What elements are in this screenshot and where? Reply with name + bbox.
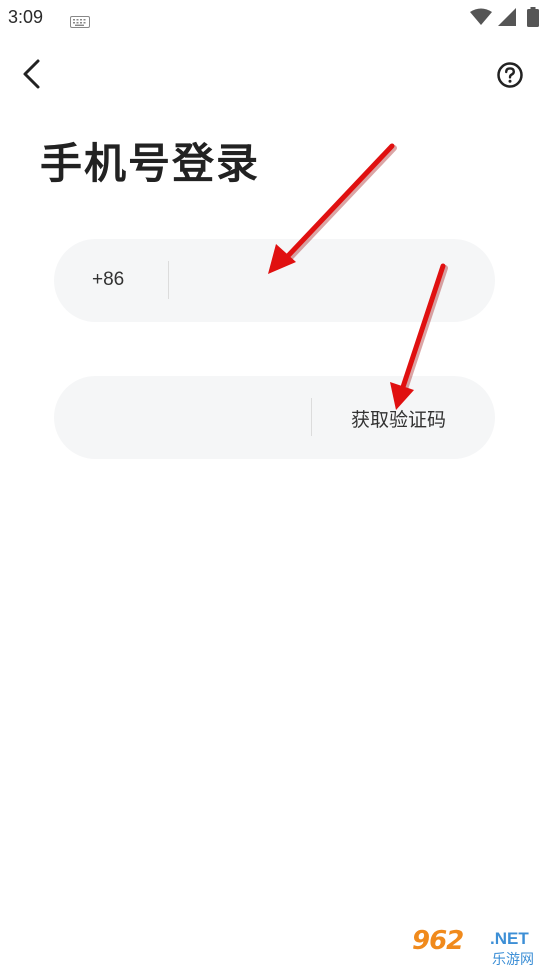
- question-circle-icon: [495, 62, 525, 94]
- chevron-left-icon: [14, 59, 50, 96]
- page-title: 手机号登录: [40, 139, 261, 188]
- site-watermark: 962 .NET 乐游网: [412, 926, 544, 970]
- country-code-selector[interactable]: +86: [92, 269, 124, 291]
- verification-code-input[interactable]: [84, 396, 304, 438]
- phone-input-row: +86: [54, 239, 495, 322]
- watermark-main-text: 962: [412, 926, 464, 956]
- get-code-button[interactable]: 获取验证码: [351, 405, 446, 432]
- battery-icon: [527, 7, 539, 31]
- watermark-sub-text: 乐游网: [492, 952, 534, 968]
- keyboard-icon: [70, 13, 90, 32]
- watermark-net-text: .NET: [490, 929, 529, 948]
- cell-signal-icon: [498, 8, 516, 30]
- wifi-icon: [470, 8, 492, 30]
- back-button[interactable]: [14, 56, 50, 92]
- status-bar: 3:09: [0, 0, 549, 38]
- status-time: 3:09: [8, 7, 44, 27]
- divider: [311, 398, 312, 436]
- code-input-row: 获取验证码: [54, 376, 495, 459]
- divider: [168, 261, 169, 299]
- help-button[interactable]: [495, 60, 525, 90]
- phone-number-input[interactable]: [179, 259, 469, 301]
